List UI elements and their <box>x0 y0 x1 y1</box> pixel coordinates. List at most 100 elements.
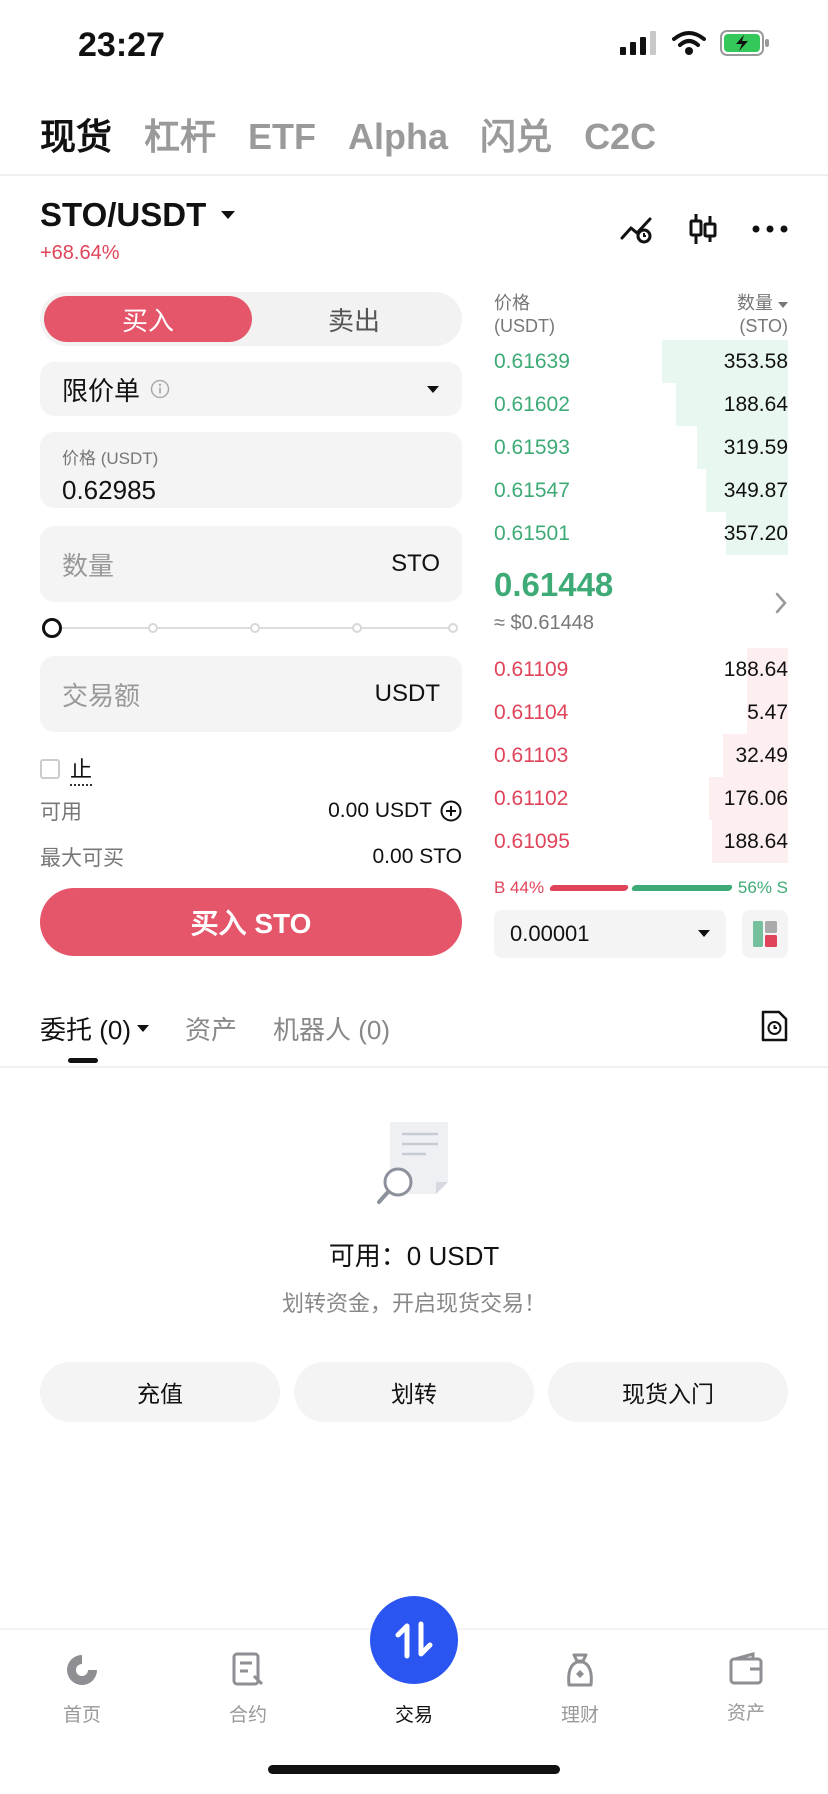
nav-home[interactable]: 首页 <box>22 1652 142 1727</box>
ask-row[interactable]: 0.61501 357.20 <box>494 512 788 555</box>
info-icon[interactable] <box>150 379 170 399</box>
more-icon[interactable] <box>752 225 788 233</box>
slider-step-75[interactable] <box>352 623 362 633</box>
price-input-label: 价格 (USDT) <box>62 449 159 468</box>
trade-amount-input[interactable]: 交易额 USDT <box>40 656 462 732</box>
tab-convert[interactable]: 闪兑 <box>480 108 552 160</box>
market-tabs: 现货 杠杆 ETF Alpha 闪兑 C2C <box>40 108 656 160</box>
order-type-label: 限价单 <box>62 375 141 406</box>
buy-submit-button[interactable]: 买入 STO <box>40 888 462 956</box>
bid-qty: 32.49 <box>735 743 788 767</box>
slider-step-50[interactable] <box>250 623 260 633</box>
buy-sell-ratio: B 44% 56% S <box>494 878 788 898</box>
ob-qty-header-wrap[interactable]: 数量 <box>737 292 788 315</box>
nav-home-label: 首页 <box>62 1705 101 1726</box>
futures-icon <box>232 1652 264 1686</box>
orderbook-layout-button[interactable] <box>742 910 788 958</box>
status-time: 23:27 <box>78 26 165 64</box>
last-price: 0.61448 <box>494 566 614 603</box>
price-input[interactable]: 价格 (USDT) 0.62985 <box>40 432 462 508</box>
ratio-buy-bar <box>549 885 630 891</box>
bid-row[interactable]: 0.61104 5.47 <box>494 691 788 734</box>
bid-qty: 5.47 <box>747 700 788 724</box>
ask-row[interactable]: 0.61639 353.58 <box>494 340 788 383</box>
bid-qty: 176.06 <box>723 786 788 810</box>
ratio-sell-bar <box>631 885 733 891</box>
max-buy-label: 最大可买 <box>40 847 124 870</box>
spot-guide-button[interactable]: 现货入门 <box>548 1362 788 1422</box>
tab-bots[interactable]: 机器人 (0) <box>273 1010 390 1047</box>
empty-document-icon <box>377 1122 448 1204</box>
tab-orders[interactable]: 委托 (0) <box>40 1010 150 1047</box>
tab-alpha[interactable]: Alpha <box>348 116 448 158</box>
available-row: 可用 0.00 USDT <box>40 796 462 826</box>
signal-icon <box>620 31 656 55</box>
wallet-icon <box>729 1652 763 1685</box>
order-tabs: 委托 (0) 资产 机器人 (0) <box>40 1010 390 1047</box>
tab-assets[interactable]: 资产 <box>185 1010 237 1047</box>
order-type-select[interactable]: 限价单 <box>40 362 462 416</box>
caret-down-icon <box>778 302 788 308</box>
swap-arrows-icon <box>395 1621 433 1659</box>
ob-price-header: 价格 <box>494 293 530 313</box>
ask-qty: 319.59 <box>723 435 788 459</box>
stop-checkbox[interactable] <box>40 759 60 779</box>
amount-slider[interactable] <box>40 618 462 638</box>
tab-etf[interactable]: ETF <box>248 116 316 158</box>
tab-spot[interactable]: 现货 <box>40 108 112 160</box>
pair-symbol: STO/USDT <box>40 196 207 233</box>
transfer-button[interactable]: 划转 <box>294 1362 534 1422</box>
sell-tab[interactable]: 卖出 <box>250 296 458 342</box>
trade-amount-placeholder: 交易额 <box>62 680 141 711</box>
bid-row[interactable]: 0.61103 32.49 <box>494 734 788 777</box>
home-icon <box>67 1655 97 1685</box>
bid-row[interactable]: 0.61095 188.64 <box>494 820 788 863</box>
slider-step-100[interactable] <box>448 623 458 633</box>
empty-title: 可用：0 USDT <box>328 1241 500 1271</box>
caret-down-icon <box>427 385 439 393</box>
available-label: 可用 <box>40 801 82 824</box>
ask-qty: 349.87 <box>723 478 788 502</box>
tab-c2c[interactable]: C2C <box>584 116 656 158</box>
chevron-right-icon[interactable] <box>774 592 788 614</box>
orderbook-header: 价格 (USDT) 数量 (STO) <box>494 292 788 338</box>
nav-futures[interactable]: 合约 <box>188 1652 308 1727</box>
header-divider <box>0 174 828 176</box>
caret-down-icon <box>698 930 710 937</box>
add-funds-icon[interactable] <box>440 800 462 822</box>
ask-qty: 188.64 <box>723 392 788 416</box>
bid-row[interactable]: 0.61109 188.64 <box>494 648 788 691</box>
trade-fab-button[interactable] <box>370 1596 458 1684</box>
ask-row[interactable]: 0.61602 188.64 <box>494 383 788 426</box>
stop-option[interactable]: 止 <box>40 752 93 786</box>
ask-price: 0.61639 <box>494 349 570 373</box>
nav-assets[interactable]: 资产 <box>686 1652 806 1725</box>
ob-qty-header: 数量 <box>736 293 773 313</box>
pair-selector[interactable]: STO/USDT <box>40 196 236 234</box>
ask-row[interactable]: 0.61593 319.59 <box>494 426 788 469</box>
precision-select[interactable]: 0.00001 <box>494 910 726 958</box>
nav-trade-label: 交易 <box>394 1705 433 1726</box>
ask-price: 0.61593 <box>494 435 570 459</box>
available-value: 0.00 USDT <box>328 799 432 822</box>
tab-margin[interactable]: 杠杆 <box>144 108 216 160</box>
trade-amount-unit: USDT <box>374 680 440 707</box>
nav-earn[interactable]: 理财 <box>520 1652 640 1727</box>
price-change: +68.64% <box>40 242 120 264</box>
order-history-icon[interactable] <box>760 1010 788 1042</box>
ask-row[interactable]: 0.61547 349.87 <box>494 469 788 512</box>
bid-row[interactable]: 0.61102 176.06 <box>494 777 788 820</box>
last-price-usd: ≈ $0.61448 <box>494 612 594 634</box>
kline-chart-icon[interactable] <box>688 212 718 246</box>
bid-qty: 188.64 <box>723 657 788 681</box>
empty-subtitle: 划转资金，开启现货交易！ <box>281 1291 546 1316</box>
slider-knob[interactable] <box>42 618 62 638</box>
bid-qty: 188.64 <box>723 829 788 853</box>
price-alert-icon[interactable] <box>620 214 654 244</box>
quantity-input[interactable]: 数量 STO <box>40 526 462 602</box>
pair-tools <box>620 212 788 246</box>
slider-step-25[interactable] <box>148 623 158 633</box>
price-input-value: 0.62985 <box>62 475 156 505</box>
buy-tab[interactable]: 买入 <box>44 296 252 342</box>
deposit-button[interactable]: 充值 <box>40 1362 280 1422</box>
